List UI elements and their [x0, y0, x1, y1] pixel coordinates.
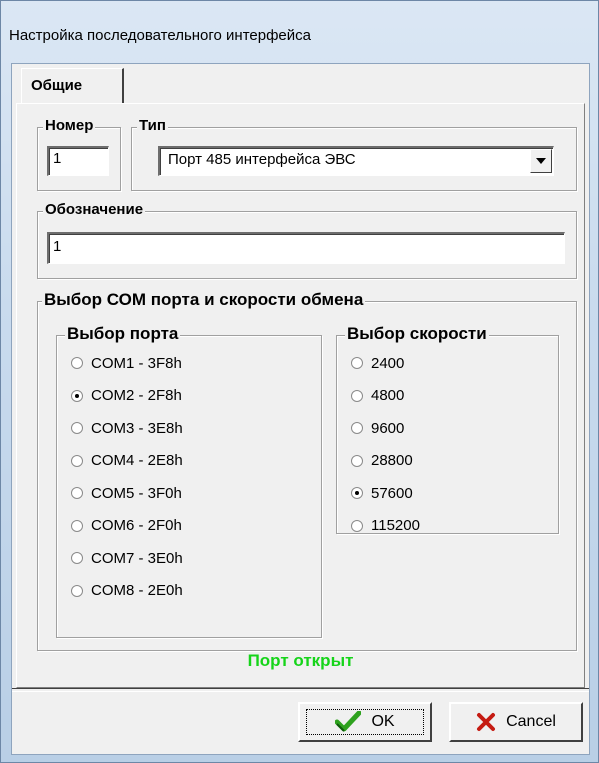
number-input[interactable]: 1: [47, 146, 109, 176]
speed-radio[interactable]: [351, 487, 363, 499]
number-group: Номер 1: [37, 117, 121, 191]
button-divider: [12, 688, 589, 692]
title-bar[interactable]: Настройка последовательного интерфейса: [1, 1, 598, 63]
speed-group: Выбор скорости 2400 4800 9600 28800 57600 115…: [336, 324, 559, 537]
focus-rect: [306, 709, 424, 735]
number-legend: Номер: [43, 117, 96, 135]
speed-radio[interactable]: [351, 422, 363, 434]
cancel-button[interactable]: Cancel: [449, 702, 583, 742]
com-group: Выбор СОМ порта и скорости обмена Выбор …: [37, 290, 577, 651]
port-radio[interactable]: [71, 552, 83, 564]
type-legend: Тип: [137, 117, 168, 135]
tab-panel-general: Номер 1 Тип Порт 485 интерфейса ЭВС Обоз…: [16, 103, 585, 688]
port-option-label: COM8 - 2E0h: [91, 582, 183, 599]
speed-radio[interactable]: [351, 519, 363, 532]
com-legend: Выбор СОМ порта и скорости обмена: [42, 290, 366, 310]
tab-bar: Общие: [12, 64, 589, 104]
port-radio[interactable]: [71, 454, 83, 467]
dialog-client-area: Общие Номер 1 Тип Порт 485 интерфейса ЭВ…: [11, 63, 590, 755]
port-legend: Выбор порта: [65, 324, 181, 344]
tab-general[interactable]: Общие: [21, 68, 124, 104]
designation-legend: Обозначение: [43, 201, 146, 219]
cancel-button-label: Cancel: [506, 713, 556, 730]
port-option[interactable]: COM2 - 2F8h: [71, 385, 182, 407]
port-radio[interactable]: [71, 389, 83, 402]
port-option-label: COM4 - 2E8h: [91, 452, 183, 469]
window-title: Настройка последовательного интерфейса: [9, 27, 311, 44]
port-radio[interactable]: [71, 584, 83, 597]
status-text: Порт открыт: [247, 651, 354, 670]
speed-legend: Выбор скорости: [345, 324, 489, 344]
port-option[interactable]: COM3 - 3E8h: [71, 417, 183, 439]
port-option-label: COM1 - 3F8h: [91, 354, 182, 372]
port-radio[interactable]: [71, 357, 83, 369]
port-group: Выбор порта COM1 - 3F8h COM2 - 2F8h COM3 -…: [56, 324, 322, 638]
ok-button[interactable]: OK: [298, 702, 432, 742]
speed-radio[interactable]: [351, 389, 363, 402]
port-option-label: COM7 - 3E0h: [91, 549, 183, 567]
port-option-label: COM2 - 2F8h: [91, 387, 182, 404]
port-option-label: COM3 - 3E8h: [91, 419, 183, 437]
speed-option-label: 57600: [371, 484, 413, 502]
type-group: Тип Порт 485 интерфейса ЭВС: [131, 117, 577, 191]
port-option-label: COM6 - 2F0h: [91, 517, 182, 534]
speed-option-label: 28800: [371, 452, 413, 469]
port-option[interactable]: COM4 - 2E8h: [71, 450, 183, 472]
port-option[interactable]: COM1 - 3F8h: [71, 352, 182, 374]
port-option[interactable]: COM6 - 2F0h: [71, 515, 182, 537]
port-radio[interactable]: [71, 422, 83, 434]
speed-option[interactable]: 115200: [351, 515, 420, 537]
speed-option-label: 2400: [371, 354, 405, 372]
speed-option[interactable]: 4800: [351, 385, 404, 407]
port-option[interactable]: COM8 - 2E0h: [71, 580, 183, 602]
port-option[interactable]: COM5 - 3F0h: [71, 482, 182, 504]
port-radio[interactable]: [71, 487, 83, 499]
designation-group: Обозначение 1: [37, 201, 577, 279]
chevron-down-icon: [536, 158, 546, 164]
type-select-value: Порт 485 интерфейса ЭВС: [168, 151, 356, 168]
x-icon: [477, 713, 496, 731]
speed-option-label: 4800: [371, 387, 405, 404]
speed-option[interactable]: 2400: [351, 352, 404, 374]
type-select[interactable]: Порт 485 интерфейса ЭВС: [158, 146, 554, 176]
speed-option[interactable]: 9600: [351, 417, 404, 439]
port-option[interactable]: COM7 - 3E0h: [71, 547, 183, 569]
port-option-label: COM5 - 3F0h: [91, 484, 182, 502]
speed-option[interactable]: 28800: [351, 450, 413, 472]
type-dropdown-button[interactable]: [530, 149, 552, 173]
speed-option[interactable]: 57600: [351, 482, 413, 504]
speed-option-label: 9600: [371, 419, 405, 437]
dialog-window: Настройка последовательного интерфейса О…: [0, 0, 599, 763]
speed-radio[interactable]: [351, 454, 363, 467]
port-radio[interactable]: [71, 519, 83, 532]
speed-radio[interactable]: [351, 357, 363, 369]
designation-input[interactable]: 1: [47, 232, 565, 264]
speed-option-label: 115200: [371, 517, 420, 534]
